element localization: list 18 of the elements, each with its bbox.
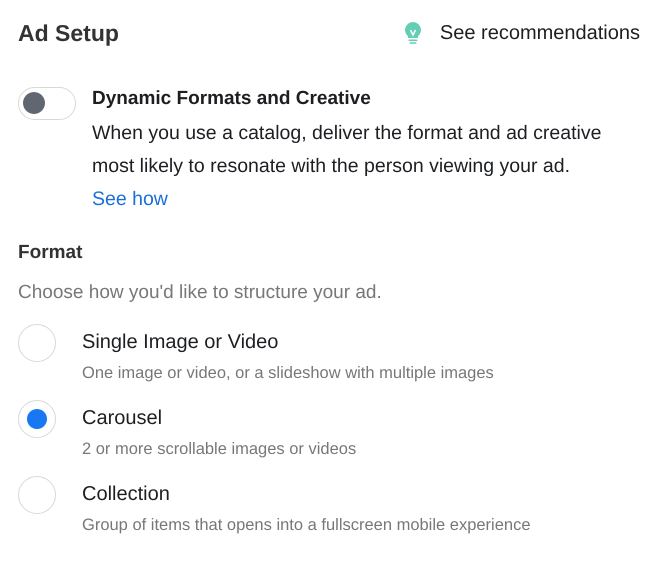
- toggle-description: When you use a catalog, deliver the format and ad creative most likely to resonate with the person viewing your ad. See how: [92, 121, 602, 212]
- format-subtitle: Choose how you'd like to structure your ad.: [18, 281, 383, 305]
- option-label: Single Image or Video: [82, 330, 280, 355]
- option-description: Group of items that opens into a fullscreen mobile experience: [82, 515, 530, 536]
- option-label: Carousel: [82, 406, 164, 431]
- radio-button[interactable]: [18, 400, 56, 438]
- toggle-title: Dynamic Formats and Creative: [92, 87, 372, 111]
- see-recommendations-link[interactable]: See recommendations: [404, 21, 640, 45]
- option-label: Collection: [82, 482, 171, 507]
- radio-button[interactable]: [18, 324, 56, 362]
- option-description: 2 or more scrollable images or videos: [82, 439, 356, 460]
- lightbulb-icon: [404, 21, 422, 45]
- see-how-link[interactable]: See how: [92, 188, 168, 210]
- option-description: One image or video, or a slideshow with multiple images: [82, 363, 494, 384]
- format-heading: Format: [18, 241, 84, 265]
- radio-button[interactable]: [18, 476, 56, 514]
- toggle-switch[interactable]: [18, 87, 76, 120]
- section-title: Ad Setup: [18, 20, 119, 46]
